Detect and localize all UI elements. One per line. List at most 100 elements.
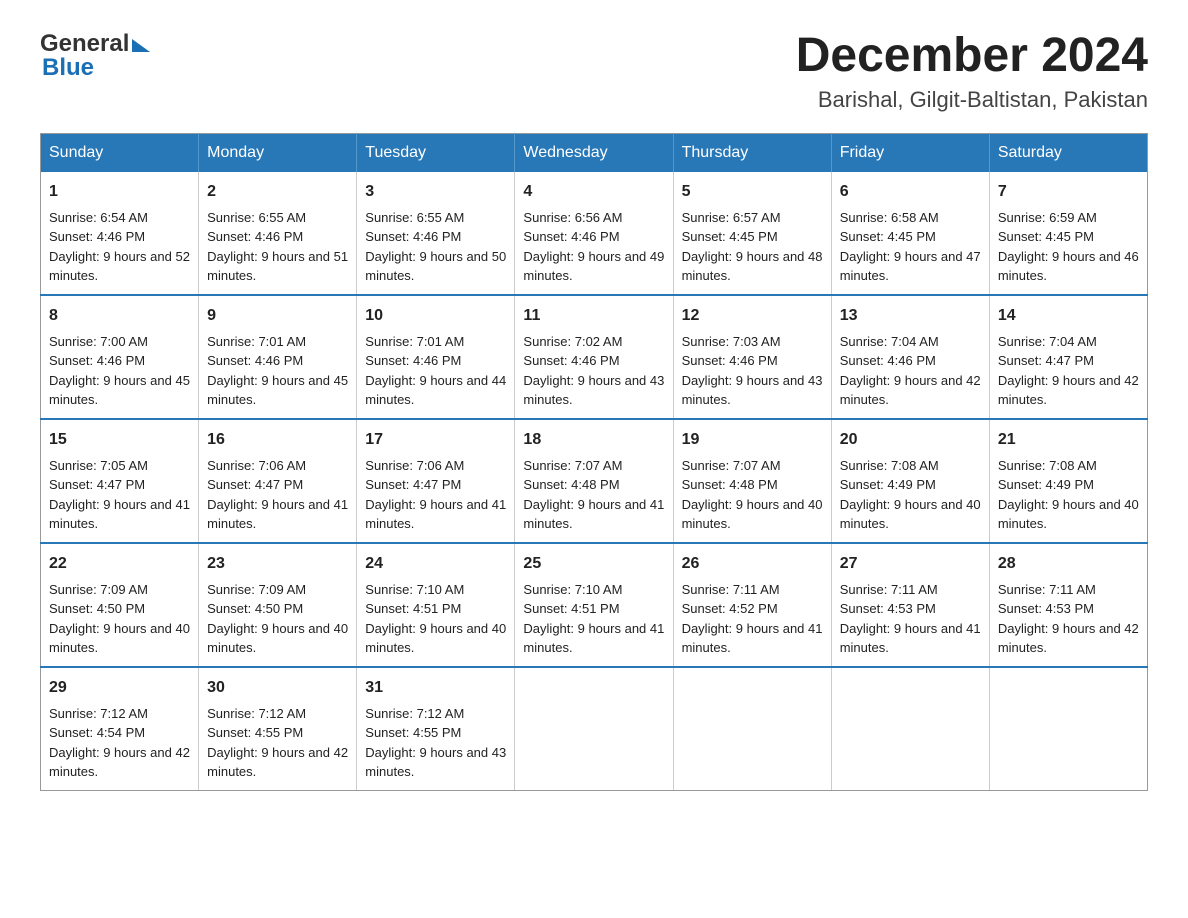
sunset-text: Sunset: 4:46 PM	[523, 353, 619, 368]
calendar-cell: 12Sunrise: 7:03 AMSunset: 4:46 PMDayligh…	[673, 295, 831, 419]
weekday-header-tuesday: Tuesday	[357, 133, 515, 172]
calendar-cell: 5 Sunrise: 6:57 AM Sunset: 4:45 PM Daylight…	[673, 172, 831, 295]
sunset-text: Sunset: 4:45 PM	[840, 229, 936, 244]
sunset-text: Sunset: 4:46 PM	[207, 229, 303, 244]
location-subtitle: Barishal, Gilgit-Baltistan, Pakistan	[796, 87, 1148, 113]
calendar-cell	[989, 667, 1147, 791]
calendar-cell	[831, 667, 989, 791]
sunrise-text: Sunrise: 7:09 AM	[207, 582, 306, 597]
sunrise-text: Sunrise: 7:12 AM	[207, 706, 306, 721]
weekday-header-saturday: Saturday	[989, 133, 1147, 172]
weekday-header-friday: Friday	[831, 133, 989, 172]
day-number: 2	[207, 180, 348, 204]
sunset-text: Sunset: 4:46 PM	[49, 229, 145, 244]
day-number: 31	[365, 676, 506, 700]
sunrise-text: Sunrise: 7:11 AM	[682, 582, 780, 597]
calendar-cell: 14Sunrise: 7:04 AMSunset: 4:47 PMDayligh…	[989, 295, 1147, 419]
day-number: 20	[840, 428, 981, 452]
sunset-text: Sunset: 4:50 PM	[207, 601, 303, 616]
daylight-text: Daylight: 9 hours and 52 minutes.	[49, 249, 190, 284]
calendar-cell: 19Sunrise: 7:07 AMSunset: 4:48 PMDayligh…	[673, 419, 831, 543]
sunrise-text: Sunrise: 7:05 AM	[49, 458, 148, 473]
calendar-cell: 15Sunrise: 7:05 AMSunset: 4:47 PMDayligh…	[41, 419, 199, 543]
sunset-text: Sunset: 4:52 PM	[682, 601, 778, 616]
sunset-text: Sunset: 4:47 PM	[49, 477, 145, 492]
day-number: 21	[998, 428, 1139, 452]
day-number: 28	[998, 552, 1139, 576]
sunrise-text: Sunrise: 7:01 AM	[207, 334, 306, 349]
sunrise-text: Sunrise: 7:12 AM	[365, 706, 464, 721]
sunrise-text: Sunrise: 6:57 AM	[682, 210, 781, 225]
calendar-week-row-1: 1Sunrise: 6:54 AMSunset: 4:46 PMDaylight…	[41, 172, 1148, 295]
sunset-text: Sunset: 4:53 PM	[840, 601, 936, 616]
day-number: 19	[682, 428, 823, 452]
daylight-text: Daylight: 9 hours and 41 minutes.	[207, 497, 348, 532]
sunset-text: Sunset: 4:45 PM	[998, 229, 1094, 244]
sunrise-text: Sunrise: 7:10 AM	[365, 582, 464, 597]
sunset-text: Sunset: 4:47 PM	[365, 477, 461, 492]
sunrise-text: Sunrise: 7:04 AM	[998, 334, 1097, 349]
day-number: 6	[840, 180, 981, 204]
calendar-cell: 29Sunrise: 7:12 AMSunset: 4:54 PMDayligh…	[41, 667, 199, 791]
calendar-week-row-3: 15 Sunrise: 7:05 AM Sunset: 4:47 PM Dayligh…	[41, 419, 1148, 543]
day-number: 27	[840, 552, 981, 576]
calendar-cell: 26Sunrise: 7:11 AMSunset: 4:52 PMDayligh…	[673, 543, 831, 667]
day-number: 30	[207, 676, 348, 700]
day-number: 15	[49, 428, 190, 452]
daylight-text: Daylight: 9 hours and 48 minutes.	[682, 249, 823, 284]
daylight-text: Daylight: 9 hours and 40 minutes.	[365, 621, 506, 656]
weekday-header-row: SundayMondayTuesdayWednesdayThursdayFrid…	[41, 133, 1148, 172]
logo-triangle-icon	[132, 39, 150, 52]
sunrise-text: Sunrise: 6:56 AM	[523, 210, 622, 225]
sunrise-text: Sunrise: 7:01 AM	[365, 334, 464, 349]
weekday-header-thursday: Thursday	[673, 133, 831, 172]
sunrise-text: Sunrise: 6:54 AM	[49, 210, 148, 225]
daylight-text: Daylight: 9 hours and 44 minutes.	[365, 373, 506, 408]
sunset-text: Sunset: 4:48 PM	[682, 477, 778, 492]
calendar-cell: 20Sunrise: 7:08 AMSunset: 4:49 PMDayligh…	[831, 419, 989, 543]
daylight-text: Daylight: 9 hours and 40 minutes.	[682, 497, 823, 532]
weekday-header-sunday: Sunday	[41, 133, 199, 172]
logo: General Blue	[40, 30, 150, 82]
calendar-cell: 11Sunrise: 7:02 AMSunset: 4:46 PMDayligh…	[515, 295, 673, 419]
sunset-text: Sunset: 4:46 PM	[49, 353, 145, 368]
daylight-text: Daylight: 9 hours and 51 minutes.	[207, 249, 348, 284]
daylight-text: Daylight: 9 hours and 45 minutes.	[49, 373, 190, 408]
daylight-text: Daylight: 9 hours and 41 minutes.	[682, 621, 823, 656]
sunrise-text: Sunrise: 6:58 AM	[840, 210, 939, 225]
sunset-text: Sunset: 4:46 PM	[523, 229, 619, 244]
sunset-text: Sunset: 4:49 PM	[840, 477, 936, 492]
calendar-table: SundayMondayTuesdayWednesdayThursdayFrid…	[40, 133, 1148, 791]
day-number: 5	[682, 180, 823, 204]
day-number: 13	[840, 304, 981, 328]
daylight-text: Daylight: 9 hours and 41 minutes.	[523, 497, 664, 532]
day-number: 16	[207, 428, 348, 452]
weekday-header-monday: Monday	[199, 133, 357, 172]
sunrise-text: Sunrise: 6:59 AM	[998, 210, 1097, 225]
sunrise-text: Sunrise: 7:07 AM	[523, 458, 622, 473]
day-number: 10	[365, 304, 506, 328]
sunrise-text: Sunrise: 6:55 AM	[207, 210, 306, 225]
day-number: 14	[998, 304, 1139, 328]
calendar-cell	[673, 667, 831, 791]
calendar-cell: 9Sunrise: 7:01 AMSunset: 4:46 PMDaylight…	[199, 295, 357, 419]
daylight-text: Daylight: 9 hours and 40 minutes.	[840, 497, 981, 532]
sunset-text: Sunset: 4:45 PM	[682, 229, 778, 244]
calendar-cell: 13Sunrise: 7:04 AMSunset: 4:46 PMDayligh…	[831, 295, 989, 419]
calendar-cell	[515, 667, 673, 791]
calendar-cell: 17Sunrise: 7:06 AMSunset: 4:47 PMDayligh…	[357, 419, 515, 543]
sunrise-text: Sunrise: 7:11 AM	[998, 582, 1096, 597]
sunset-text: Sunset: 4:46 PM	[365, 353, 461, 368]
calendar-week-row-4: 22Sunrise: 7:09 AMSunset: 4:50 PMDayligh…	[41, 543, 1148, 667]
sunset-text: Sunset: 4:49 PM	[998, 477, 1094, 492]
calendar-cell: 27Sunrise: 7:11 AMSunset: 4:53 PMDayligh…	[831, 543, 989, 667]
daylight-text: Daylight: 9 hours and 46 minutes.	[998, 249, 1139, 284]
daylight-text: Daylight: 9 hours and 42 minutes.	[49, 745, 190, 780]
sunset-text: Sunset: 4:51 PM	[523, 601, 619, 616]
sunset-text: Sunset: 4:46 PM	[207, 353, 303, 368]
sunrise-text: Sunrise: 7:08 AM	[998, 458, 1097, 473]
sunrise-text: Sunrise: 7:06 AM	[365, 458, 464, 473]
calendar-cell: 28Sunrise: 7:11 AMSunset: 4:53 PMDayligh…	[989, 543, 1147, 667]
calendar-cell: 31Sunrise: 7:12 AMSunset: 4:55 PMDayligh…	[357, 667, 515, 791]
daylight-text: Daylight: 9 hours and 40 minutes.	[49, 621, 190, 656]
